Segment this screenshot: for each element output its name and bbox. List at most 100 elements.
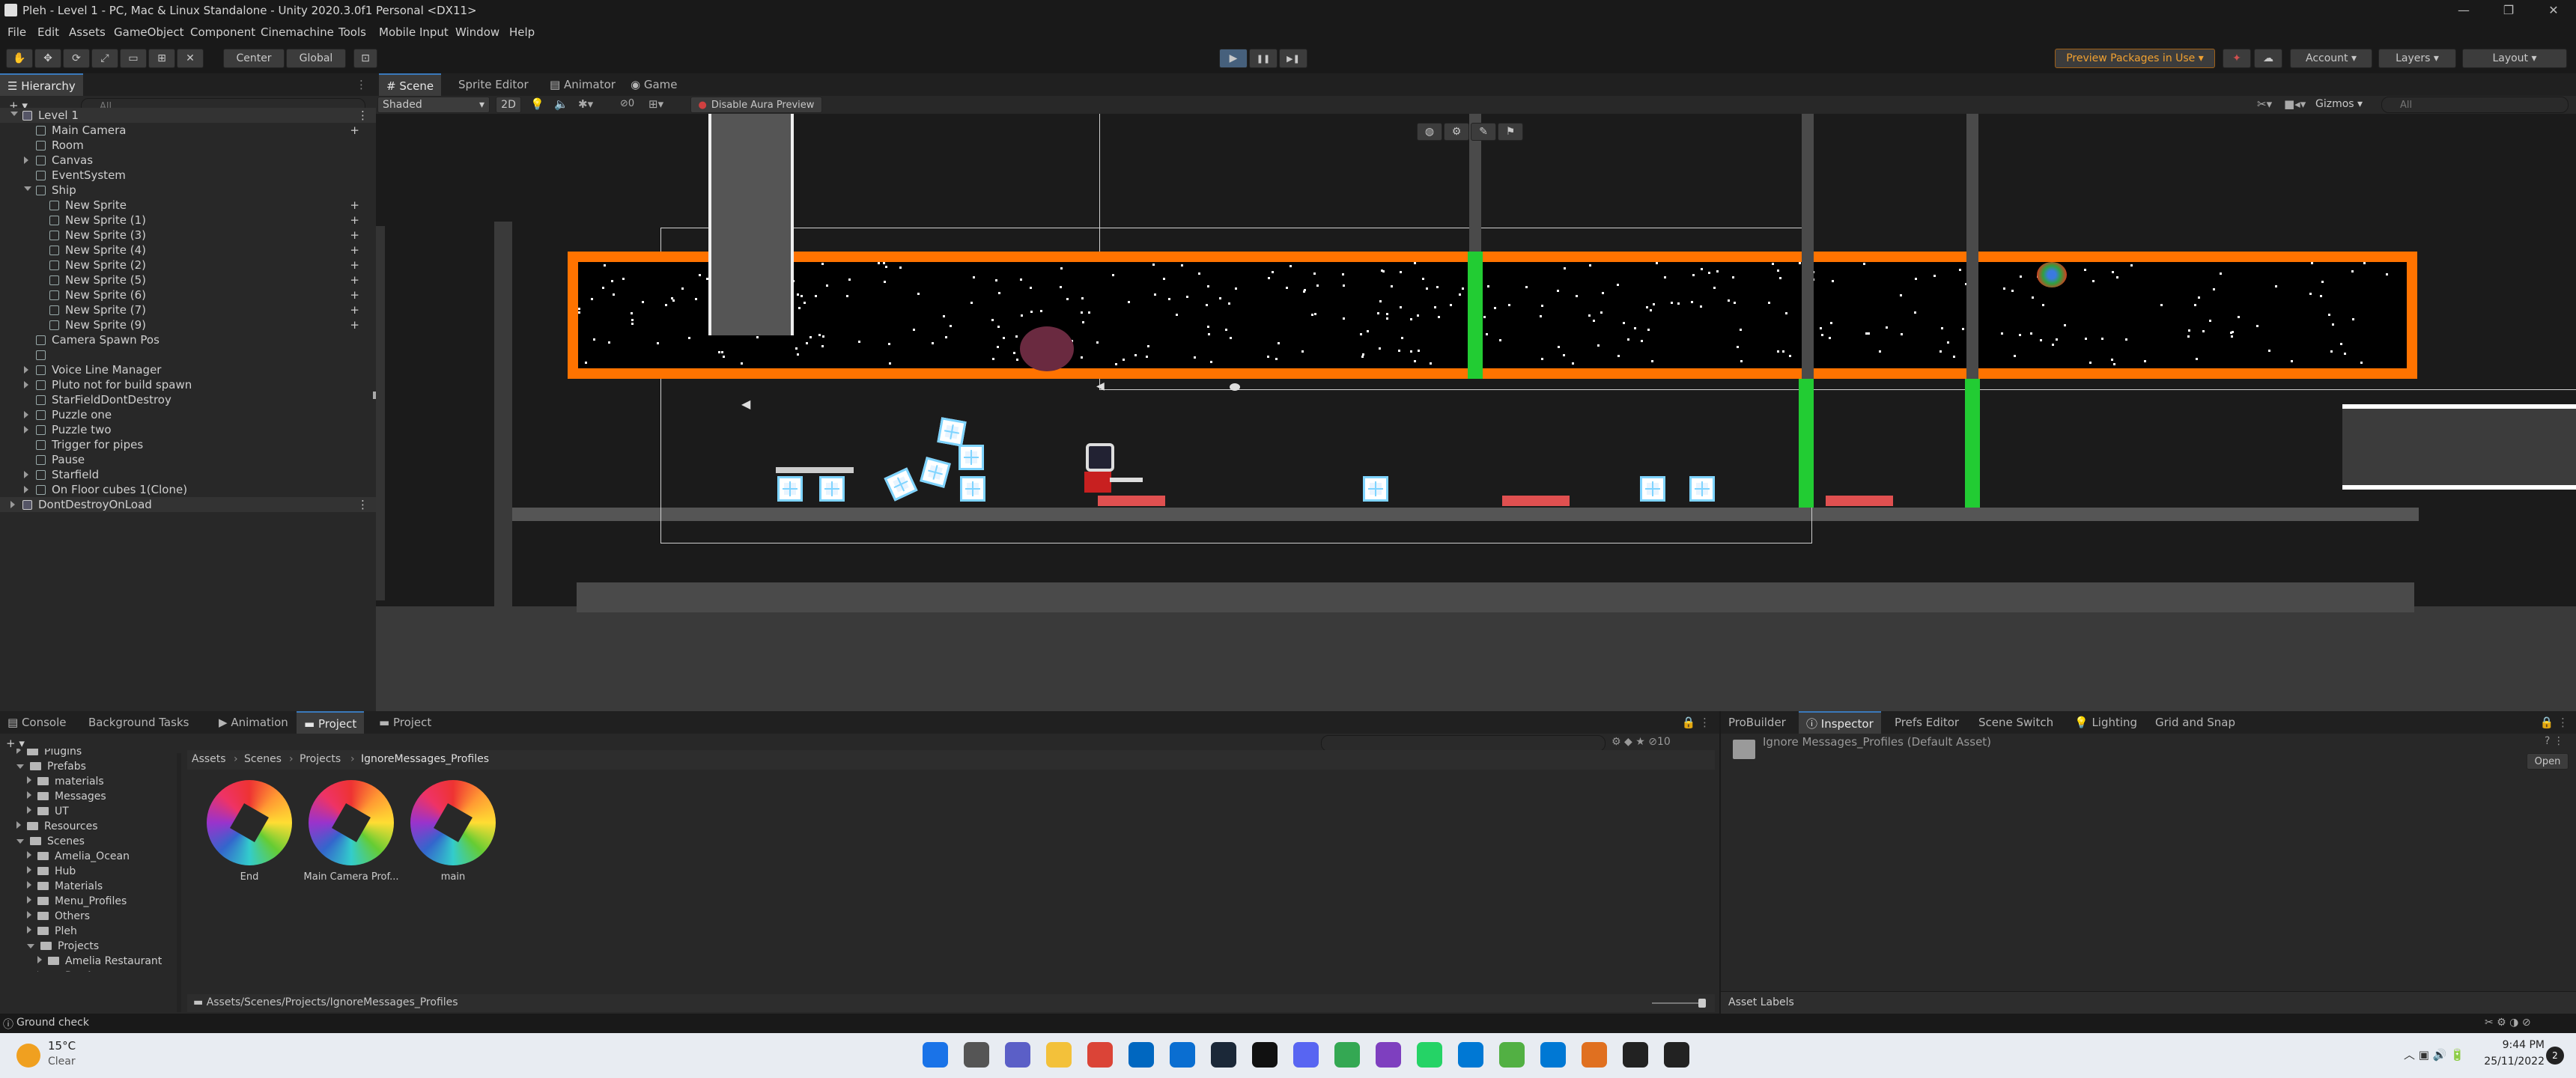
folder-tree-item[interactable]: DevArgue xyxy=(37,969,117,972)
teams-icon[interactable] xyxy=(1005,1042,1030,1068)
prefab-add-icon[interactable]: + xyxy=(350,123,359,138)
tab-console[interactable]: ▤ Console xyxy=(0,711,74,734)
custom-tool-icon[interactable]: ✕ xyxy=(177,49,204,68)
folder-tree-item[interactable]: Scenes xyxy=(16,834,85,849)
panel-menu-icon[interactable]: ⋮ xyxy=(356,78,367,91)
prefab-add-icon[interactable]: + xyxy=(350,213,359,228)
account-dropdown[interactable]: Account ▾ xyxy=(2290,49,2372,68)
expand-arrow-icon[interactable] xyxy=(24,426,28,433)
hierarchy-item[interactable]: Pause xyxy=(0,452,376,467)
breadcrumb-scenes[interactable]: Scenes xyxy=(244,753,282,765)
move-tool-icon[interactable]: ✥ xyxy=(34,49,61,68)
menu-cinemachine[interactable]: Cinemachine xyxy=(261,25,334,39)
hierarchy-item[interactable]: New Sprite (3) + xyxy=(0,228,376,243)
tab-sprite-editor[interactable]: Sprite Editor xyxy=(451,73,536,96)
tree-scrollbar[interactable] xyxy=(177,753,181,1012)
folder-tree-item[interactable]: Materials xyxy=(27,879,103,894)
menu-help[interactable]: Help xyxy=(509,25,535,39)
tab-inspector[interactable]: ⓘ Inspector xyxy=(1799,711,1881,734)
menu-edit[interactable]: Edit xyxy=(37,25,59,39)
expand-arrow-icon[interactable] xyxy=(10,501,15,508)
hierarchy-item[interactable]: On Floor cubes 1(Clone) xyxy=(0,482,376,497)
hierarchy-item[interactable]: New Sprite (6) + xyxy=(0,287,376,302)
menu-gameobject[interactable]: GameObject xyxy=(114,25,184,39)
pause-button[interactable]: ❚❚ xyxy=(1249,49,1278,68)
asset-tile[interactable]: main xyxy=(404,777,502,889)
gizmos-dropdown[interactable]: Gizmos ▾ xyxy=(2315,98,2363,110)
folder-tree-item[interactable]: Menu_Profiles xyxy=(27,894,127,909)
hierarchy-item[interactable]: Pluto not for build spawn xyxy=(0,377,376,392)
expand-arrow-icon[interactable] xyxy=(27,851,31,859)
effects-toggle-icon[interactable]: ✱▾ xyxy=(578,97,593,111)
expand-arrow-icon[interactable] xyxy=(16,821,21,829)
folder-tree-item[interactable]: Pleh xyxy=(27,924,77,939)
scene-viewport[interactable]: ◀ ◀ ◍ ⚙ ✎ ⚑ xyxy=(376,114,2576,711)
menu-window[interactable]: Window xyxy=(455,25,499,39)
tab-animator[interactable]: ▤ Animator xyxy=(542,73,623,96)
layers-dropdown[interactable]: Layers ▾ xyxy=(2378,49,2456,68)
expand-arrow-icon[interactable] xyxy=(16,749,21,754)
transform-tool-icon[interactable]: ⊞ xyxy=(148,49,175,68)
breadcrumb-current[interactable]: IgnoreMessages_Profiles xyxy=(361,753,489,765)
expand-arrow-icon[interactable] xyxy=(24,411,28,418)
folder-tree-item[interactable]: Resources xyxy=(16,819,98,834)
tab-animation[interactable]: ▶ Animation xyxy=(211,711,296,734)
expand-arrow-icon[interactable] xyxy=(27,866,31,874)
expand-arrow-icon[interactable] xyxy=(27,806,31,814)
expand-arrow-icon[interactable] xyxy=(27,791,31,799)
expand-arrow-icon[interactable] xyxy=(24,186,31,191)
prefab-add-icon[interactable]: + xyxy=(350,302,359,317)
explorer-icon[interactable] xyxy=(1046,1042,1072,1068)
hierarchy-item[interactable]: New Sprite + xyxy=(0,198,376,213)
clock-date[interactable]: 25/11/2022 xyxy=(2476,1056,2545,1068)
collab-icon[interactable]: ✦ xyxy=(2223,49,2251,68)
clock-time[interactable]: 9:44 PM xyxy=(2485,1039,2545,1051)
expand-arrow-icon[interactable] xyxy=(24,486,28,493)
menu-file[interactable]: File xyxy=(7,25,26,39)
expand-arrow-icon[interactable] xyxy=(27,911,31,919)
hidden-objects-icon[interactable]: ⊘0 xyxy=(620,98,634,109)
unity-icon[interactable] xyxy=(1664,1042,1689,1068)
status-text[interactable]: Ground check xyxy=(16,1017,89,1029)
hierarchy-item[interactable]: Level 1 ⋮ xyxy=(0,108,376,123)
scene-search-input[interactable] xyxy=(2381,97,2569,113)
oculus-icon[interactable] xyxy=(1252,1042,1278,1068)
hierarchy-item[interactable]: New Sprite (9) + xyxy=(0,317,376,332)
maximize-button[interactable]: ❐ xyxy=(2486,0,2531,21)
hierarchy-item[interactable]: Main Camera + xyxy=(0,123,376,138)
hierarchy-item[interactable]: DontDestroyOnLoad ⋮ xyxy=(0,497,376,512)
folder-tree-item[interactable]: Projects xyxy=(27,939,99,954)
snap-icon[interactable]: ⊡ xyxy=(353,49,377,68)
expand-arrow-icon[interactable] xyxy=(27,944,34,948)
pivot-center-button[interactable]: Center xyxy=(223,49,285,68)
expand-arrow-icon[interactable] xyxy=(27,881,31,889)
hierarchy-item[interactable]: Camera Spawn Pos xyxy=(0,332,376,347)
menu-tools[interactable]: Tools xyxy=(338,25,366,39)
2d-toggle[interactable]: 2D xyxy=(496,97,521,113)
step-button[interactable]: ▶❚ xyxy=(1279,49,1307,68)
prefab-add-icon[interactable]: + xyxy=(350,317,359,332)
tab-prefs-editor[interactable]: Prefs Editor xyxy=(1887,711,1966,734)
tab-project-2[interactable]: ▬ Project xyxy=(371,711,439,734)
breadcrumb-projects[interactable]: Projects xyxy=(300,753,341,765)
menu-mobile-input[interactable]: Mobile Input xyxy=(379,25,449,39)
expand-arrow-icon[interactable] xyxy=(16,839,24,844)
scene-menu-icon[interactable]: ⋮ xyxy=(357,108,368,123)
xbox-icon[interactable] xyxy=(1499,1042,1525,1068)
shading-dropdown[interactable]: Shaded ▾ xyxy=(377,97,490,113)
expand-arrow-icon[interactable] xyxy=(10,112,18,116)
start-icon[interactable] xyxy=(923,1042,948,1068)
folder-tree-item[interactable]: Prefabs xyxy=(16,759,86,774)
task-view-icon[interactable] xyxy=(964,1042,989,1068)
steam-icon[interactable] xyxy=(1211,1042,1236,1068)
open-button[interactable]: Open xyxy=(2527,753,2569,770)
tab-project[interactable]: ▬ Project xyxy=(297,711,365,734)
scene-menu-icon[interactable]: ⋮ xyxy=(357,497,368,512)
expand-arrow-icon[interactable] xyxy=(27,776,31,784)
photos-icon[interactable] xyxy=(1458,1042,1483,1068)
expand-arrow-icon[interactable] xyxy=(24,156,28,164)
store-icon[interactable] xyxy=(1128,1042,1154,1068)
hierarchy-item[interactable]: Puzzle two xyxy=(0,422,376,437)
camera-settings-icon[interactable]: ■◂▾ xyxy=(2284,97,2306,111)
folder-tree-item[interactable]: Amelia_Ocean xyxy=(27,849,130,864)
